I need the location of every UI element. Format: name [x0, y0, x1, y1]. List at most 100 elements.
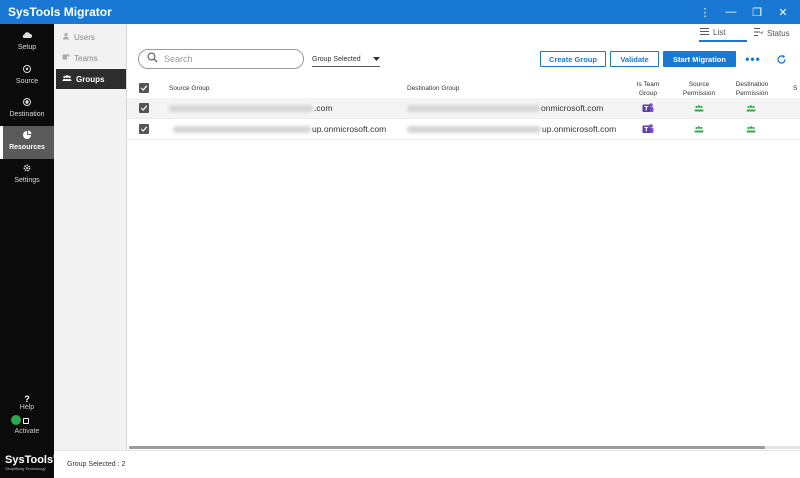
horizontal-scrollbar[interactable]: [129, 446, 800, 449]
teams-icon: [62, 53, 70, 63]
tab-status[interactable]: Status: [754, 28, 790, 38]
minimize-icon[interactable]: —: [718, 0, 744, 24]
title-bar: SysTools Migrator ⋮ — ❐ ✕: [0, 0, 800, 24]
groups-icon: [62, 74, 72, 84]
activate-label: Activate: [14, 428, 40, 435]
user-icon: [62, 32, 70, 42]
header-line: Destination: [735, 81, 769, 88]
source-permission-icon[interactable]: [694, 104, 704, 112]
search-icon: [147, 50, 158, 68]
source-group-visible: up.onmicrosoft.com: [312, 124, 387, 134]
column-header-destination-permission[interactable]: Destination Permission: [729, 80, 775, 98]
destination-group-visible: onmicrosoft.com: [541, 103, 604, 113]
source-group-cell: up.onmicrosoft.com: [173, 124, 386, 134]
destination-permission-icon[interactable]: [746, 125, 756, 133]
more-vert-icon[interactable]: ⋮: [692, 0, 718, 24]
nav-item-label: Destination: [9, 111, 45, 118]
column-header-source-permission[interactable]: Source Permission: [678, 80, 720, 98]
microsoft-teams-icon: T: [642, 124, 654, 133]
nav-item-destination[interactable]: Destination: [0, 93, 54, 126]
list-icon: [700, 28, 709, 37]
help-label: Help: [19, 404, 35, 411]
destination-permission-icon[interactable]: [746, 104, 756, 112]
gear-icon: [0, 163, 54, 177]
dropdown-value: Group Selected: [312, 55, 361, 63]
subnav-item-users[interactable]: Users: [56, 27, 126, 47]
app-title: SysTools Migrator: [8, 5, 112, 19]
column-header-is-team-group[interactable]: Is Team Group: [627, 80, 669, 98]
activate-link[interactable]: Activate: [0, 415, 54, 435]
main-sidebar: Setup Source Destination Resources Setti…: [0, 24, 57, 478]
subnav-item-label: Groups: [76, 74, 105, 84]
cloud-icon: [0, 30, 54, 44]
nav-item-settings[interactable]: Settings: [0, 159, 54, 192]
column-header-cutoff[interactable]: S: [793, 84, 797, 93]
source-permission-icon[interactable]: [694, 125, 704, 133]
help-link[interactable]: ? Help: [0, 394, 54, 411]
table-header: Source Group Destination Group Is Team G…: [127, 76, 800, 98]
table-row[interactable]: up.onmicrosoft.com up.onmicrosoft.com T: [127, 119, 800, 140]
selection-count: Group Selected : 2: [67, 461, 126, 468]
caret-down-icon: [373, 56, 380, 63]
tab-status-label: Status: [767, 28, 790, 38]
tab-list-label: List: [713, 28, 726, 37]
brand-logo: SysTools® Simplifying Technology: [5, 454, 57, 471]
column-header-source-group[interactable]: Source Group: [169, 84, 209, 93]
subnav-item-groups[interactable]: Groups: [56, 69, 126, 89]
help-icon: ?: [24, 394, 30, 404]
header-line: Permission: [735, 90, 769, 97]
source-group-visible: .com: [314, 103, 333, 113]
restore-icon[interactable]: ❐: [744, 0, 770, 24]
tab-list[interactable]: List: [700, 28, 725, 37]
search-box: [138, 49, 304, 69]
redacted-text: [407, 126, 541, 134]
create-group-button[interactable]: Create Group: [540, 51, 606, 67]
status-icon: [754, 28, 764, 38]
source-group-cell: .com: [169, 103, 332, 113]
source-icon: [0, 64, 54, 78]
microsoft-teams-icon: T: [642, 103, 654, 112]
nav-item-label: Settings: [14, 177, 40, 184]
subnav-item-teams[interactable]: Teams: [56, 48, 126, 68]
scrollbar-thumb[interactable]: [129, 446, 765, 449]
destination-group-cell: onmicrosoft.com: [407, 103, 603, 113]
status-bar: Group Selected : 2: [54, 450, 800, 478]
refresh-icon[interactable]: [773, 51, 789, 67]
redacted-text: [173, 126, 311, 134]
nav-item-setup[interactable]: Setup: [0, 26, 54, 59]
header-line: Group: [638, 90, 658, 97]
destination-group-visible: up.onmicrosoft.com: [542, 124, 617, 134]
resources-icon: [0, 130, 54, 144]
row-checkbox[interactable]: [139, 124, 149, 134]
destination-group-cell: up.onmicrosoft.com: [407, 124, 616, 134]
nav-item-label: Source: [15, 78, 39, 85]
close-icon[interactable]: ✕: [770, 0, 796, 24]
nav-item-source[interactable]: Source: [0, 60, 54, 93]
subnav-item-label: Teams: [74, 53, 98, 63]
redacted-text: [169, 105, 313, 113]
subnav-item-label: Users: [74, 32, 95, 42]
lock-icon: [23, 418, 29, 424]
header-line: Source: [688, 81, 710, 88]
nav-item-label: Setup: [17, 44, 37, 51]
column-header-destination-group[interactable]: Destination Group: [407, 84, 459, 93]
validate-button[interactable]: Validate: [610, 51, 659, 67]
brand-name: SysTools: [5, 454, 54, 466]
header-line: Permission: [682, 90, 716, 97]
start-migration-button[interactable]: Start Migration: [663, 51, 736, 67]
resource-subnav: Users Teams Groups: [54, 24, 127, 450]
redacted-text: [407, 105, 540, 113]
more-options-icon[interactable]: •••: [745, 51, 761, 67]
selection-filter-dropdown[interactable]: Group Selected: [312, 52, 380, 67]
active-tab-indicator: [699, 40, 747, 42]
table-row[interactable]: .com onmicrosoft.com T: [127, 98, 800, 119]
select-all-checkbox[interactable]: [139, 83, 149, 93]
search-input[interactable]: [164, 54, 294, 64]
nav-item-label: Resources: [9, 144, 45, 151]
brand-tagline: Simplifying Technology: [5, 466, 46, 471]
nav-item-resources[interactable]: Resources: [0, 126, 54, 159]
destination-icon: [0, 97, 54, 111]
status-dot-icon: [11, 415, 21, 425]
header-line: Is Team: [636, 81, 660, 88]
row-checkbox[interactable]: [139, 103, 149, 113]
